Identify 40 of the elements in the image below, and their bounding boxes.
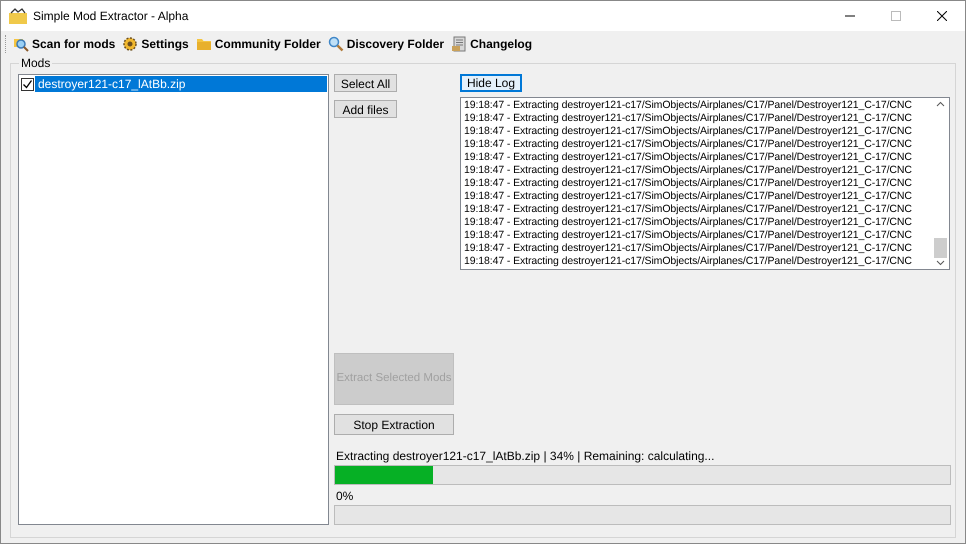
log-line: 19:18:47 - Extracting destroyer121-c17/SimObjects/Airplanes/C17/Panel/Destroyer121_C-17/CNC [464,112,913,125]
magnifier-icon [13,36,29,52]
search-icon [328,36,344,52]
toolbar-button[interactable]: Community Folder [196,35,321,53]
app-icon [9,8,27,24]
toolbar-button[interactable]: Changelog [451,35,532,53]
log-line: 19:18:47 - Extracting destroyer121-c17/SimObjects/Airplanes/C17/Panel/Destroyer121_C-17/CNC [464,216,913,229]
stop-button[interactable]: Stop Extraction [334,414,454,435]
log-line: 19:18:47 - Extracting destroyer121-c17/SimObjects/Airplanes/C17/Panel/Destroyer121_C-17/CNC [464,138,913,151]
maximize-icon [891,11,901,21]
toolbar-button[interactable]: Settings [122,35,189,53]
log-line: 19:18:47 - Extracting destroyer121-c17/SimObjects/Airplanes/C17/Panel/Destroyer121_C-17/CNC [464,242,913,255]
progress-label: 0% [336,489,354,503]
document-icon [451,36,468,52]
gear-icon [122,36,138,52]
mod-item[interactable]: destroyer121-c17_lAtBb.zip [35,76,327,92]
add-files-button[interactable]: Add files [334,100,397,118]
mods-list[interactable]: destroyer121-c17_lAtBb.zip [18,74,329,525]
group-title: Mods [19,56,52,70]
checkbox[interactable] [21,78,34,90]
hide-log-button[interactable]: Hide Log [460,74,522,92]
folder-icon [196,36,212,52]
log-line: 19:18:47 - Extracting destroyer121-c17/SimObjects/Airplanes/C17/Panel/Destroyer121_C-17/CNC [464,125,913,138]
toolbar-button[interactable]: Discovery Folder [328,35,444,53]
log-line: 19:18:47 - Extracting destroyer121-c17/SimObjects/Airplanes/C17/Panel/Destroyer121_C-17/CNC [464,151,913,164]
progress-label: Extracting destroyer121-c17_lAtBb.zip | 34% | Remaining: calculating... [336,449,716,463]
close-icon [937,11,947,21]
toolbar-button[interactable]: Scan for mods [13,35,116,53]
scrollbar-thumb[interactable] [934,238,947,258]
log-line: 19:18:47 - Extracting destroyer121-c17/SimObjects/Airplanes/C17/Panel/Destroyer121_C-17/CNC [464,190,913,203]
log-line: 19:18:47 - Extracting destroyer121-c17/SimObjects/Airplanes/C17/Panel/Destroyer121_C-17/CNC [464,164,913,177]
log-line: 19:18:47 - Extracting destroyer121-c17/SimObjects/Airplanes/C17/Panel/Destroyer121_C-17/CNC [464,229,913,242]
log-line: 19:18:47 - Extracting destroyer121-c17/SimObjects/Airplanes/C17/Panel/Destroyer121_C-17/CNC [464,177,913,190]
log-line: 19:18:47 - Extracting destroyer121-c17/SimObjects/Airplanes/C17/Panel/Destroyer121_C-17/CNC [464,203,913,216]
select-all-button[interactable]: Select All [334,74,397,92]
window-title: Simple Mod Extractor - Alpha [33,8,188,25]
scroll-up-icon[interactable] [936,101,945,107]
scroll-down-icon[interactable] [936,260,945,266]
log-line: 19:18:47 - Extracting destroyer121-c17/SimObjects/Airplanes/C17/Panel/Destroyer121_C-17/CNC [464,255,913,268]
log-line: 19:18:47 - Extracting destroyer121-c17/SimObjects/Airplanes/C17/Panel/Destroyer121_C-17/CNC [464,99,913,112]
